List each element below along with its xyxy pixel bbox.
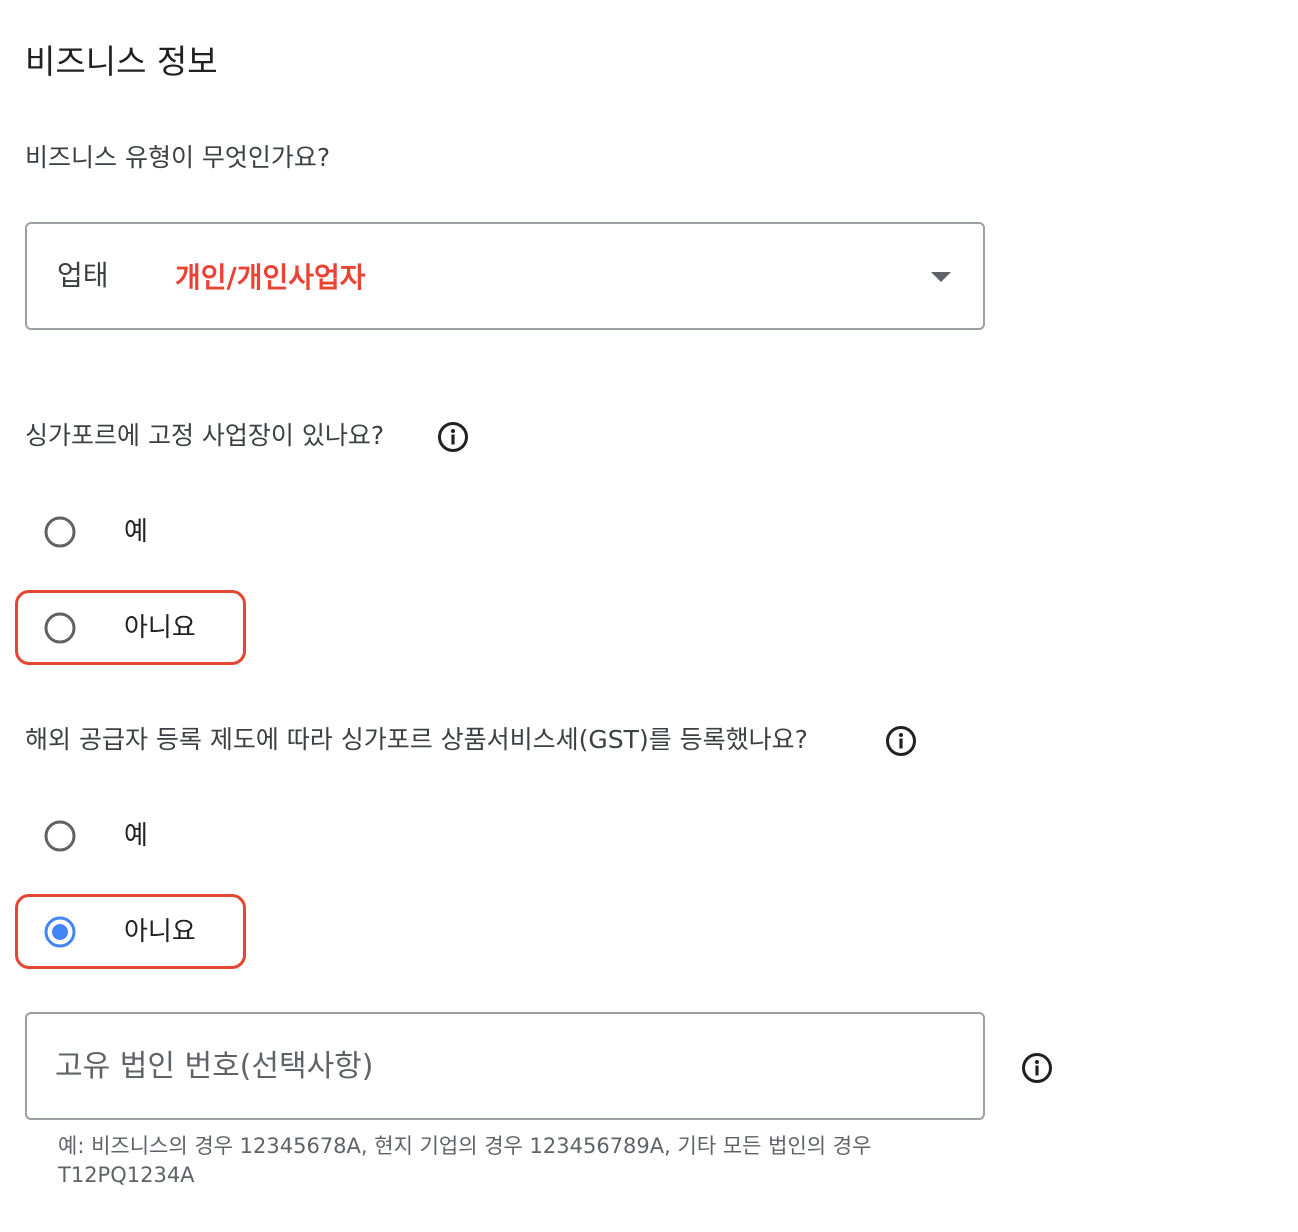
gst-option-no[interactable]: 아니요 xyxy=(44,914,234,954)
uen-input-container xyxy=(25,1012,985,1120)
radio-checked-icon[interactable] xyxy=(44,916,76,948)
radio-unchecked-icon[interactable] xyxy=(44,820,76,852)
fixed-place-option-no[interactable]: 아니요 xyxy=(44,610,234,650)
gst-question: 해외 공급자 등록 제도에 따라 싱가포르 상품서비스세(GST)를 등록했나요… xyxy=(25,725,808,754)
radio-unchecked-icon[interactable] xyxy=(44,516,76,548)
business-type-question: 비즈니스 유형이 무엇인가요? xyxy=(25,143,331,172)
uen-input[interactable] xyxy=(55,1040,935,1092)
fixed-place-question: 싱가포르에 고정 사업장이 있나요? xyxy=(25,421,385,450)
uen-helper-text: 예: 비즈니스의 경우 12345678A, 현지 기업의 경우 1234567… xyxy=(58,1134,872,1187)
info-icon[interactable] xyxy=(1021,1052,1053,1084)
radio-label: 아니요 xyxy=(124,917,196,947)
page-title: 비즈니스 정보 xyxy=(25,42,218,81)
fixed-place-option-yes[interactable]: 예 xyxy=(44,514,304,554)
radio-label: 아니요 xyxy=(124,613,196,643)
arrow-drop-down-icon[interactable] xyxy=(931,272,951,282)
radio-label: 예 xyxy=(124,517,148,547)
radio-unchecked-icon[interactable] xyxy=(44,612,76,644)
gst-option-yes[interactable]: 예 xyxy=(44,818,304,858)
info-icon[interactable] xyxy=(437,421,469,453)
business-type-select[interactable]: 업태 개인/개인사업자 xyxy=(25,222,985,330)
info-icon[interactable] xyxy=(885,725,917,757)
select-selected-value: 개인/개인사업자 xyxy=(175,261,366,294)
radio-label: 예 xyxy=(124,821,148,851)
select-field-label: 업태 xyxy=(57,259,109,292)
